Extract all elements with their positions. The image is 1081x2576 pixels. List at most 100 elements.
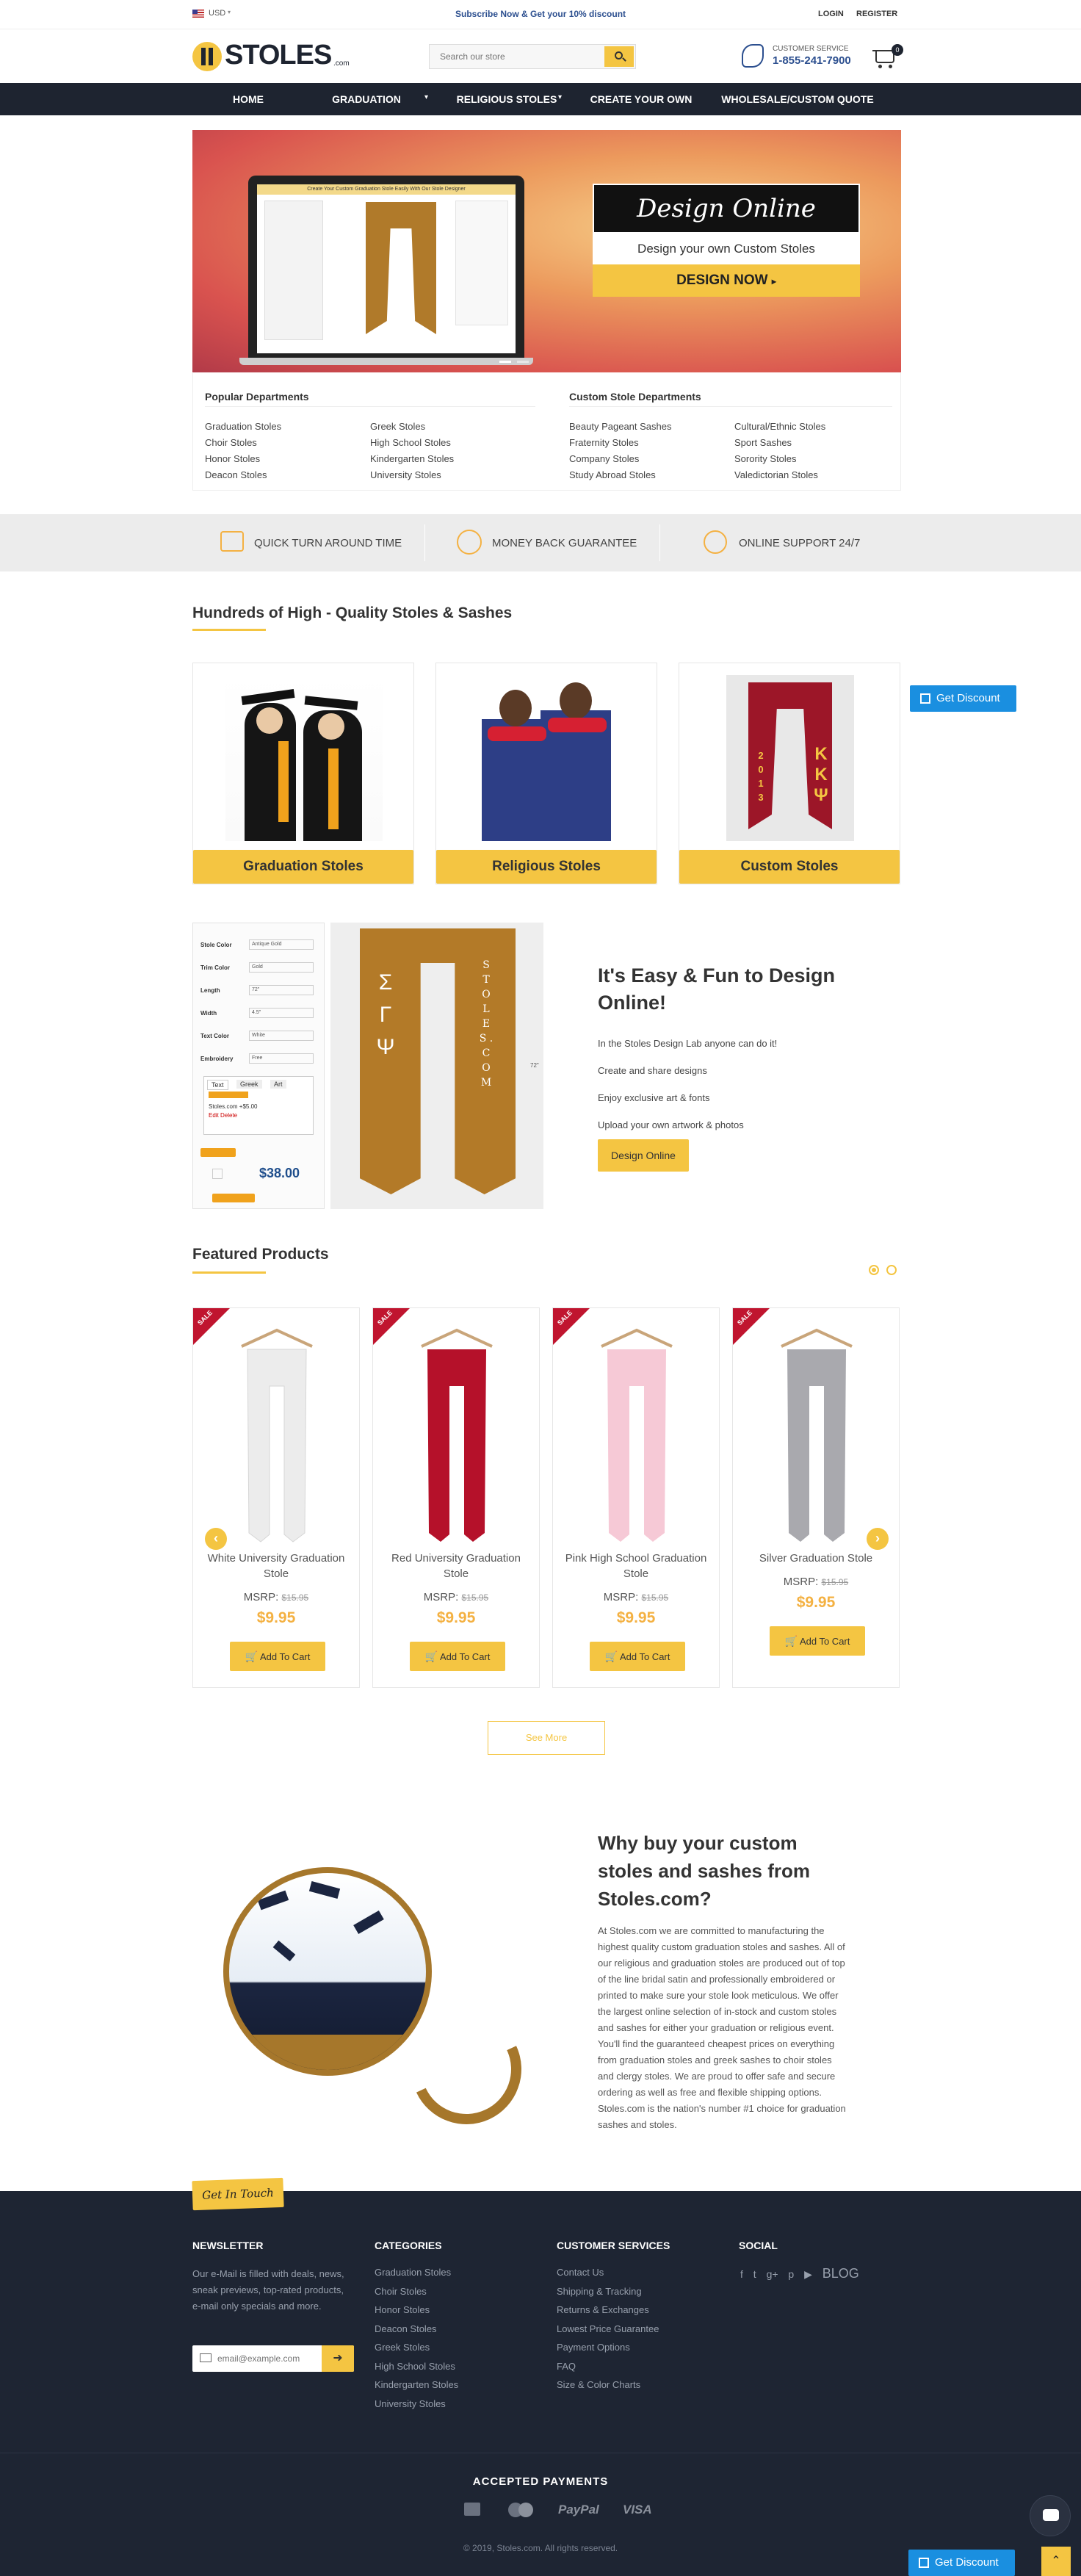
hero-banner[interactable]: Create Your Custom Graduation Stole Easi… — [192, 130, 901, 376]
footer-link[interactable]: Lowest Price Guarantee — [557, 2320, 659, 2339]
footer-link[interactable]: FAQ — [557, 2357, 659, 2376]
dept-link[interactable]: Honor Stoles — [205, 451, 281, 467]
blog-link[interactable]: BLOG — [822, 2266, 859, 2281]
carousel-next-button[interactable]: › — [867, 1528, 889, 1550]
search-button[interactable] — [604, 46, 634, 67]
custom-col-1: Beauty Pageant Sashes Fraternity Stoles … — [569, 419, 672, 483]
religious-stoles-button[interactable]: Religious Stoles — [436, 850, 657, 884]
chevron-left-icon: ‹ — [214, 1531, 218, 1545]
category-card-custom[interactable]: 2013 ΚΚΨ Custom Stoles — [679, 663, 900, 884]
see-more-button[interactable]: See More — [488, 1721, 605, 1755]
category-card-religious[interactable]: Religious Stoles — [435, 663, 657, 884]
product-name[interactable]: Silver Graduation Stole — [740, 1551, 892, 1566]
back-to-top-button[interactable]: ⌃ — [1041, 2547, 1071, 2576]
footer-link[interactable]: Kindergarten Stoles — [375, 2375, 458, 2395]
custom-stoles-button[interactable]: Custom Stoles — [679, 850, 900, 884]
dept-link[interactable]: Valedictorian Stoles — [734, 467, 825, 483]
add-to-cart-button[interactable]: 🛒 Add To Cart — [770, 1626, 865, 1656]
design-now-button[interactable]: DESIGN NOW ▸ — [593, 264, 860, 297]
carousel-prev-button[interactable]: ‹ — [205, 1528, 227, 1550]
footer-link[interactable]: Choir Stoles — [375, 2282, 458, 2301]
dept-link[interactable]: High School Stoles — [370, 435, 454, 451]
dept-link[interactable]: Graduation Stoles — [205, 419, 281, 435]
cart-icon — [875, 51, 894, 63]
carousel-dot-active[interactable] — [869, 1265, 879, 1275]
footer-link[interactable]: University Stoles — [375, 2395, 458, 2414]
search-box — [429, 44, 636, 69]
designer-stole-image: Σ Γ Ψ S T O L E S . C O M 72" — [330, 923, 543, 1209]
product-name[interactable]: White University Graduation Stole — [200, 1551, 352, 1581]
nav-home[interactable]: HOME — [217, 83, 279, 115]
design-online-button[interactable]: Design Online — [598, 1139, 689, 1172]
cart-button[interactable]: 0 — [872, 44, 903, 69]
dept-link[interactable]: Sport Sashes — [734, 435, 825, 451]
login-link[interactable]: LOGIN — [818, 10, 844, 18]
dept-link[interactable]: Fraternity Stoles — [569, 435, 672, 451]
product-price: $9.95 — [256, 1609, 296, 1626]
customer-service-phone[interactable]: 1-855-241-7900 — [773, 54, 851, 67]
footer-link[interactable]: Honor Stoles — [375, 2301, 458, 2320]
footer-link[interactable]: Deacon Stoles — [375, 2320, 458, 2339]
footer-link[interactable]: Size & Color Charts — [557, 2375, 659, 2395]
footer-link[interactable]: High School Stoles — [375, 2357, 458, 2376]
custom-stole-photo: 2013 ΚΚΨ — [726, 675, 854, 841]
carousel-dot[interactable] — [886, 1265, 897, 1275]
product-name[interactable]: Pink High School Graduation Stole — [560, 1551, 712, 1581]
dept-link[interactable]: Choir Stoles — [205, 435, 281, 451]
custom-departments-title: Custom Stole Departments — [569, 391, 701, 403]
register-link[interactable]: REGISTER — [856, 10, 897, 18]
categories-heading: Hundreds of High - Quality Stoles & Sash… — [192, 605, 513, 621]
product-price: $9.95 — [796, 1594, 836, 1611]
product-card[interactable]: SALE Red University Graduation Stole MSR… — [372, 1307, 540, 1688]
get-discount-button-bottom[interactable]: Get Discount — [908, 2550, 1015, 2576]
search-input[interactable] — [430, 45, 604, 68]
add-to-cart-button[interactable]: 🛒 Add To Cart — [410, 1642, 505, 1671]
product-card[interactable]: SALE White University Graduation Stole M… — [192, 1307, 360, 1688]
dept-link[interactable]: Sorority Stoles — [734, 451, 825, 467]
facebook-icon[interactable]: f — [740, 2268, 743, 2280]
nav-religious-stoles[interactable]: RELIGIOUS STOLES — [455, 83, 558, 115]
truck-icon — [220, 531, 244, 552]
footer-link[interactable]: Graduation Stoles — [375, 2263, 458, 2282]
get-discount-button[interactable]: Get Discount — [910, 685, 1016, 712]
footer-link[interactable]: Greek Stoles — [375, 2338, 458, 2357]
add-to-cart-button[interactable]: 🛒 Add To Cart — [590, 1642, 685, 1671]
product-card[interactable]: SALE Silver Graduation Stole MSRP: $15.9… — [732, 1307, 900, 1688]
footer-link[interactable]: Shipping & Tracking — [557, 2282, 659, 2301]
promo-link[interactable]: Subscribe Now & Get your 10% discount — [455, 9, 626, 19]
graduation-stoles-button[interactable]: Graduation Stoles — [193, 850, 413, 884]
dept-link[interactable]: Beauty Pageant Sashes — [569, 419, 672, 435]
dept-link[interactable]: Study Abroad Stoles — [569, 467, 672, 483]
dept-link[interactable]: Cultural/Ethnic Stoles — [734, 419, 825, 435]
amex-icon — [464, 2503, 480, 2516]
dept-link[interactable]: Deacon Stoles — [205, 467, 281, 483]
product-name[interactable]: Red University Graduation Stole — [380, 1551, 532, 1581]
religious-photo — [482, 675, 611, 841]
dept-link[interactable]: Kindergarten Stoles — [370, 451, 454, 467]
product-card[interactable]: SALE Pink High School Graduation Stole M… — [552, 1307, 720, 1688]
chat-button[interactable] — [1030, 2495, 1071, 2536]
add-to-cart-button[interactable]: 🛒 Add To Cart — [230, 1642, 325, 1671]
category-card-graduation[interactable]: Graduation Stoles — [192, 663, 414, 884]
footer-link[interactable]: Payment Options — [557, 2338, 659, 2357]
google-plus-icon[interactable]: g+ — [767, 2268, 778, 2280]
logo-mark-icon — [192, 42, 222, 71]
dept-link[interactable]: University Stoles — [370, 467, 454, 483]
slider-dots[interactable] — [499, 353, 543, 376]
nav-wholesale-quote[interactable]: WHOLESALE/CUSTOM QUOTE — [709, 83, 886, 115]
pinterest-icon[interactable]: p — [788, 2268, 794, 2280]
panel-labels: Stole Color Trim Color Length Width Text Col… — [200, 942, 234, 1062]
twitter-icon[interactable]: t — [753, 2268, 756, 2280]
hero-subtitle: Design your own Custom Stoles — [593, 234, 860, 264]
youtube-icon[interactable]: ▶ — [804, 2268, 812, 2280]
footer-link[interactable]: Contact Us — [557, 2263, 659, 2282]
dept-link[interactable]: Company Stoles — [569, 451, 672, 467]
dept-link[interactable]: Greek Stoles — [370, 419, 454, 435]
customer-services-title: CUSTOMER SERVICES — [557, 2240, 670, 2251]
newsletter-submit-button[interactable]: ➜ — [322, 2345, 354, 2372]
footer-link[interactable]: Returns & Exchanges — [557, 2301, 659, 2320]
currency-selector[interactable]: USD — [209, 9, 225, 18]
nav-graduation-stoles[interactable]: GRADUATION STOLES — [311, 83, 422, 137]
newsletter-email-input[interactable] — [217, 2345, 320, 2372]
nav-create-your-own[interactable]: CREATE YOUR OWN — [586, 83, 696, 115]
